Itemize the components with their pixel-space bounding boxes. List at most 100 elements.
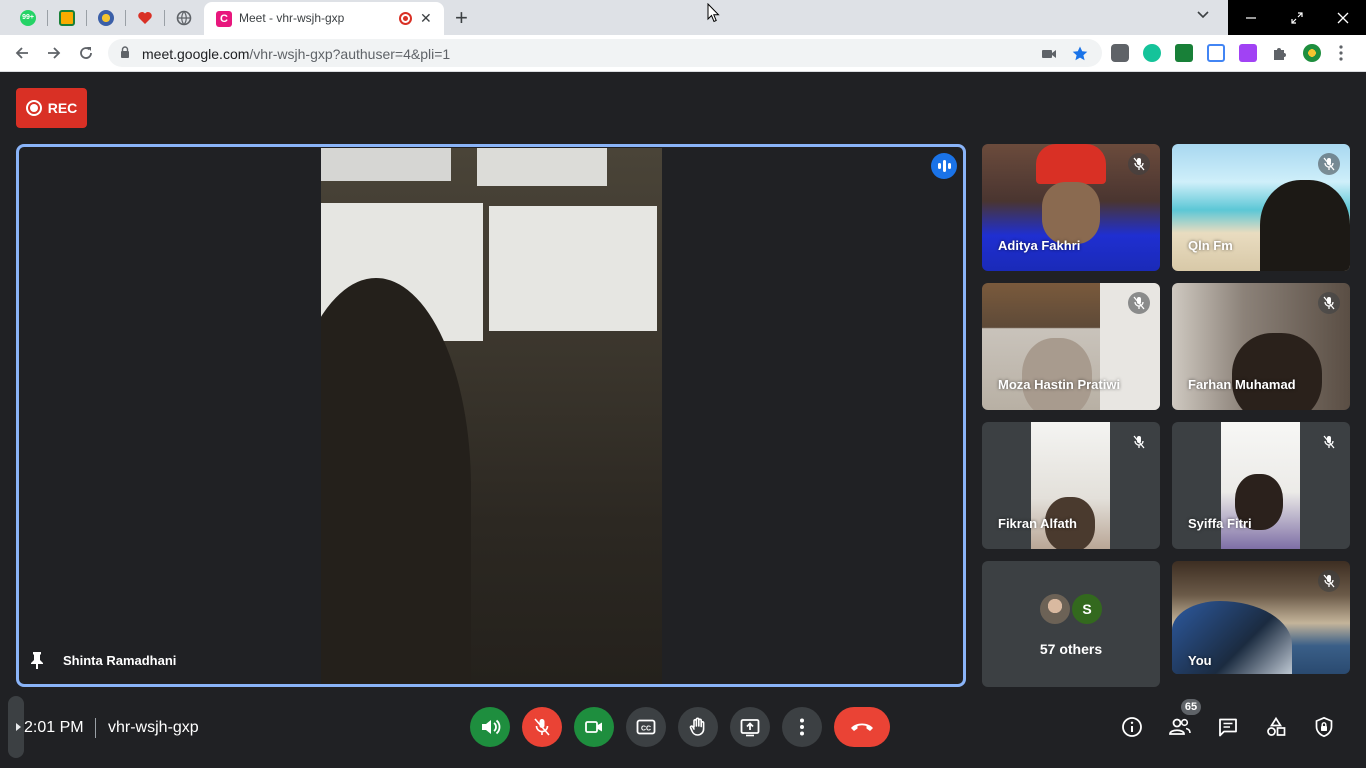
close-tab-icon[interactable]: ✕ bbox=[420, 10, 432, 27]
sheets-extension-icon[interactable] bbox=[1175, 44, 1193, 62]
school-logo-icon bbox=[98, 10, 114, 26]
participant-tile[interactable]: Fikran Alfath bbox=[982, 422, 1160, 549]
reload-button[interactable] bbox=[74, 41, 98, 65]
svg-text:CC: CC bbox=[641, 726, 651, 733]
hang-up-icon bbox=[851, 723, 873, 731]
meeting-time: 2:01 PM bbox=[24, 719, 84, 736]
self-name: You bbox=[1188, 653, 1212, 668]
chat-button[interactable] bbox=[1216, 715, 1240, 739]
browser-menu-button[interactable] bbox=[1337, 44, 1345, 62]
activities-button[interactable] bbox=[1264, 715, 1288, 739]
arrow-left-icon bbox=[15, 47, 28, 59]
classroom-icon bbox=[59, 10, 75, 26]
shield-lock-icon bbox=[1315, 716, 1333, 738]
mic-off-icon bbox=[1318, 292, 1340, 314]
microphone-button[interactable] bbox=[522, 707, 562, 747]
forward-button[interactable] bbox=[42, 41, 66, 65]
others-count: 57 others bbox=[1039, 641, 1103, 657]
present-screen-icon bbox=[740, 719, 760, 737]
info-icon bbox=[1122, 717, 1142, 737]
browser-toolbar: meet.google.com/vhr-wsjh-gxp?authuser=4&… bbox=[0, 35, 1366, 72]
closed-captions-icon: CC bbox=[636, 719, 656, 735]
camera-in-use-icon[interactable] bbox=[1040, 45, 1058, 63]
tab-title: Meet - vhr-wsjh-gxp bbox=[239, 11, 345, 25]
pinned-tab-classroom[interactable] bbox=[55, 6, 79, 30]
participant-name: Qln Fm bbox=[1188, 238, 1233, 253]
profile-avatar[interactable] bbox=[1303, 44, 1321, 62]
minimize-button[interactable] bbox=[1228, 0, 1274, 35]
people-icon bbox=[1169, 718, 1191, 735]
video-person-silhouette bbox=[1260, 180, 1350, 271]
tab-separator bbox=[86, 10, 87, 26]
close-window-button[interactable] bbox=[1320, 0, 1366, 35]
participant-name: Farhan Muhamad bbox=[1188, 377, 1296, 392]
more-vert-icon bbox=[800, 718, 804, 736]
window-controls bbox=[1228, 0, 1366, 35]
heart-icon bbox=[138, 12, 152, 24]
b-extension-icon[interactable] bbox=[1239, 44, 1257, 62]
globe-icon bbox=[176, 10, 192, 26]
expand-panel-handle[interactable] bbox=[8, 696, 24, 758]
pin-icon[interactable] bbox=[29, 651, 45, 669]
present-screen-button[interactable] bbox=[730, 707, 770, 747]
video-person-silhouette bbox=[1022, 338, 1092, 410]
mic-off-icon bbox=[1128, 431, 1150, 453]
others-tile[interactable]: S 57 others bbox=[982, 561, 1160, 687]
host-controls-button[interactable] bbox=[1312, 715, 1336, 739]
video-santa-hat bbox=[1036, 144, 1106, 184]
mic-off-icon bbox=[1318, 153, 1340, 175]
raise-hand-button[interactable] bbox=[678, 707, 718, 747]
hand-icon bbox=[689, 717, 705, 736]
mic-off-icon bbox=[1128, 292, 1150, 314]
reload-icon bbox=[80, 47, 92, 59]
video-face bbox=[1042, 182, 1100, 244]
meeting-details-button[interactable] bbox=[1120, 715, 1144, 739]
captions-button[interactable]: CC bbox=[626, 707, 666, 747]
tab-search-chevron-icon[interactable] bbox=[1196, 7, 1210, 24]
participant-tile[interactable]: Farhan Muhamad bbox=[1172, 283, 1350, 410]
new-tab-button[interactable]: + bbox=[455, 5, 468, 31]
camera-icon bbox=[585, 721, 602, 733]
participant-tile[interactable]: Aditya Fakhri bbox=[982, 144, 1160, 271]
video-window-pane bbox=[477, 148, 607, 186]
tab-meet[interactable]: C Meet - vhr-wsjh-gxp ✕ bbox=[204, 2, 444, 35]
mouse-cursor-icon bbox=[707, 3, 720, 23]
pinned-tab-whatsapp[interactable]: 99+ bbox=[16, 6, 40, 30]
pinned-tab-school[interactable] bbox=[94, 6, 118, 30]
arrow-right-icon bbox=[48, 47, 61, 59]
meeting-code: vhr-wsjh-gxp bbox=[108, 719, 199, 736]
grammarly-icon[interactable] bbox=[1143, 44, 1161, 62]
whatsapp-icon: 99+ bbox=[20, 10, 36, 26]
video-window-pane bbox=[321, 148, 451, 181]
extensions-puzzle-icon[interactable] bbox=[1271, 44, 1289, 62]
self-tile[interactable]: You bbox=[1172, 561, 1350, 674]
speaker-button[interactable] bbox=[470, 707, 510, 747]
main-speaker-video bbox=[321, 148, 662, 684]
restore-button[interactable] bbox=[1274, 0, 1320, 35]
pinned-tab-globe[interactable] bbox=[172, 6, 196, 30]
extension-chat-icon[interactable] bbox=[1111, 44, 1129, 62]
bookmark-star-icon[interactable] bbox=[1071, 45, 1089, 63]
people-button[interactable] bbox=[1168, 715, 1192, 739]
url-host: meet.google.com bbox=[142, 46, 250, 62]
participant-tile[interactable]: Moza Hastin Pratiwi bbox=[982, 283, 1160, 410]
pinned-tab-heart[interactable] bbox=[133, 6, 157, 30]
more-options-button[interactable] bbox=[782, 707, 822, 747]
participant-name: Syiffa Fitri bbox=[1188, 516, 1252, 531]
participant-name: Moza Hastin Pratiwi bbox=[998, 377, 1121, 392]
camera-button[interactable] bbox=[574, 707, 614, 747]
speaking-indicator-icon bbox=[931, 153, 957, 179]
main-speaker-tile[interactable]: Shinta Ramadhani bbox=[16, 144, 966, 687]
meet-favicon-icon: C bbox=[216, 11, 232, 27]
tab-separator bbox=[164, 10, 165, 26]
main-speaker-name: Shinta Ramadhani bbox=[63, 653, 177, 668]
recording-button[interactable]: REC bbox=[16, 88, 87, 128]
participant-tile[interactable]: Qln Fm bbox=[1172, 144, 1350, 271]
participant-tile[interactable]: Syiffa Fitri bbox=[1172, 422, 1350, 549]
leave-call-button[interactable] bbox=[834, 707, 890, 747]
address-bar[interactable]: meet.google.com/vhr-wsjh-gxp?authuser=4&… bbox=[108, 39, 1102, 67]
mic-off-icon bbox=[1318, 570, 1340, 592]
video-person-silhouette bbox=[1232, 333, 1322, 410]
grid-extension-icon[interactable] bbox=[1207, 44, 1225, 62]
back-button[interactable] bbox=[10, 41, 34, 65]
